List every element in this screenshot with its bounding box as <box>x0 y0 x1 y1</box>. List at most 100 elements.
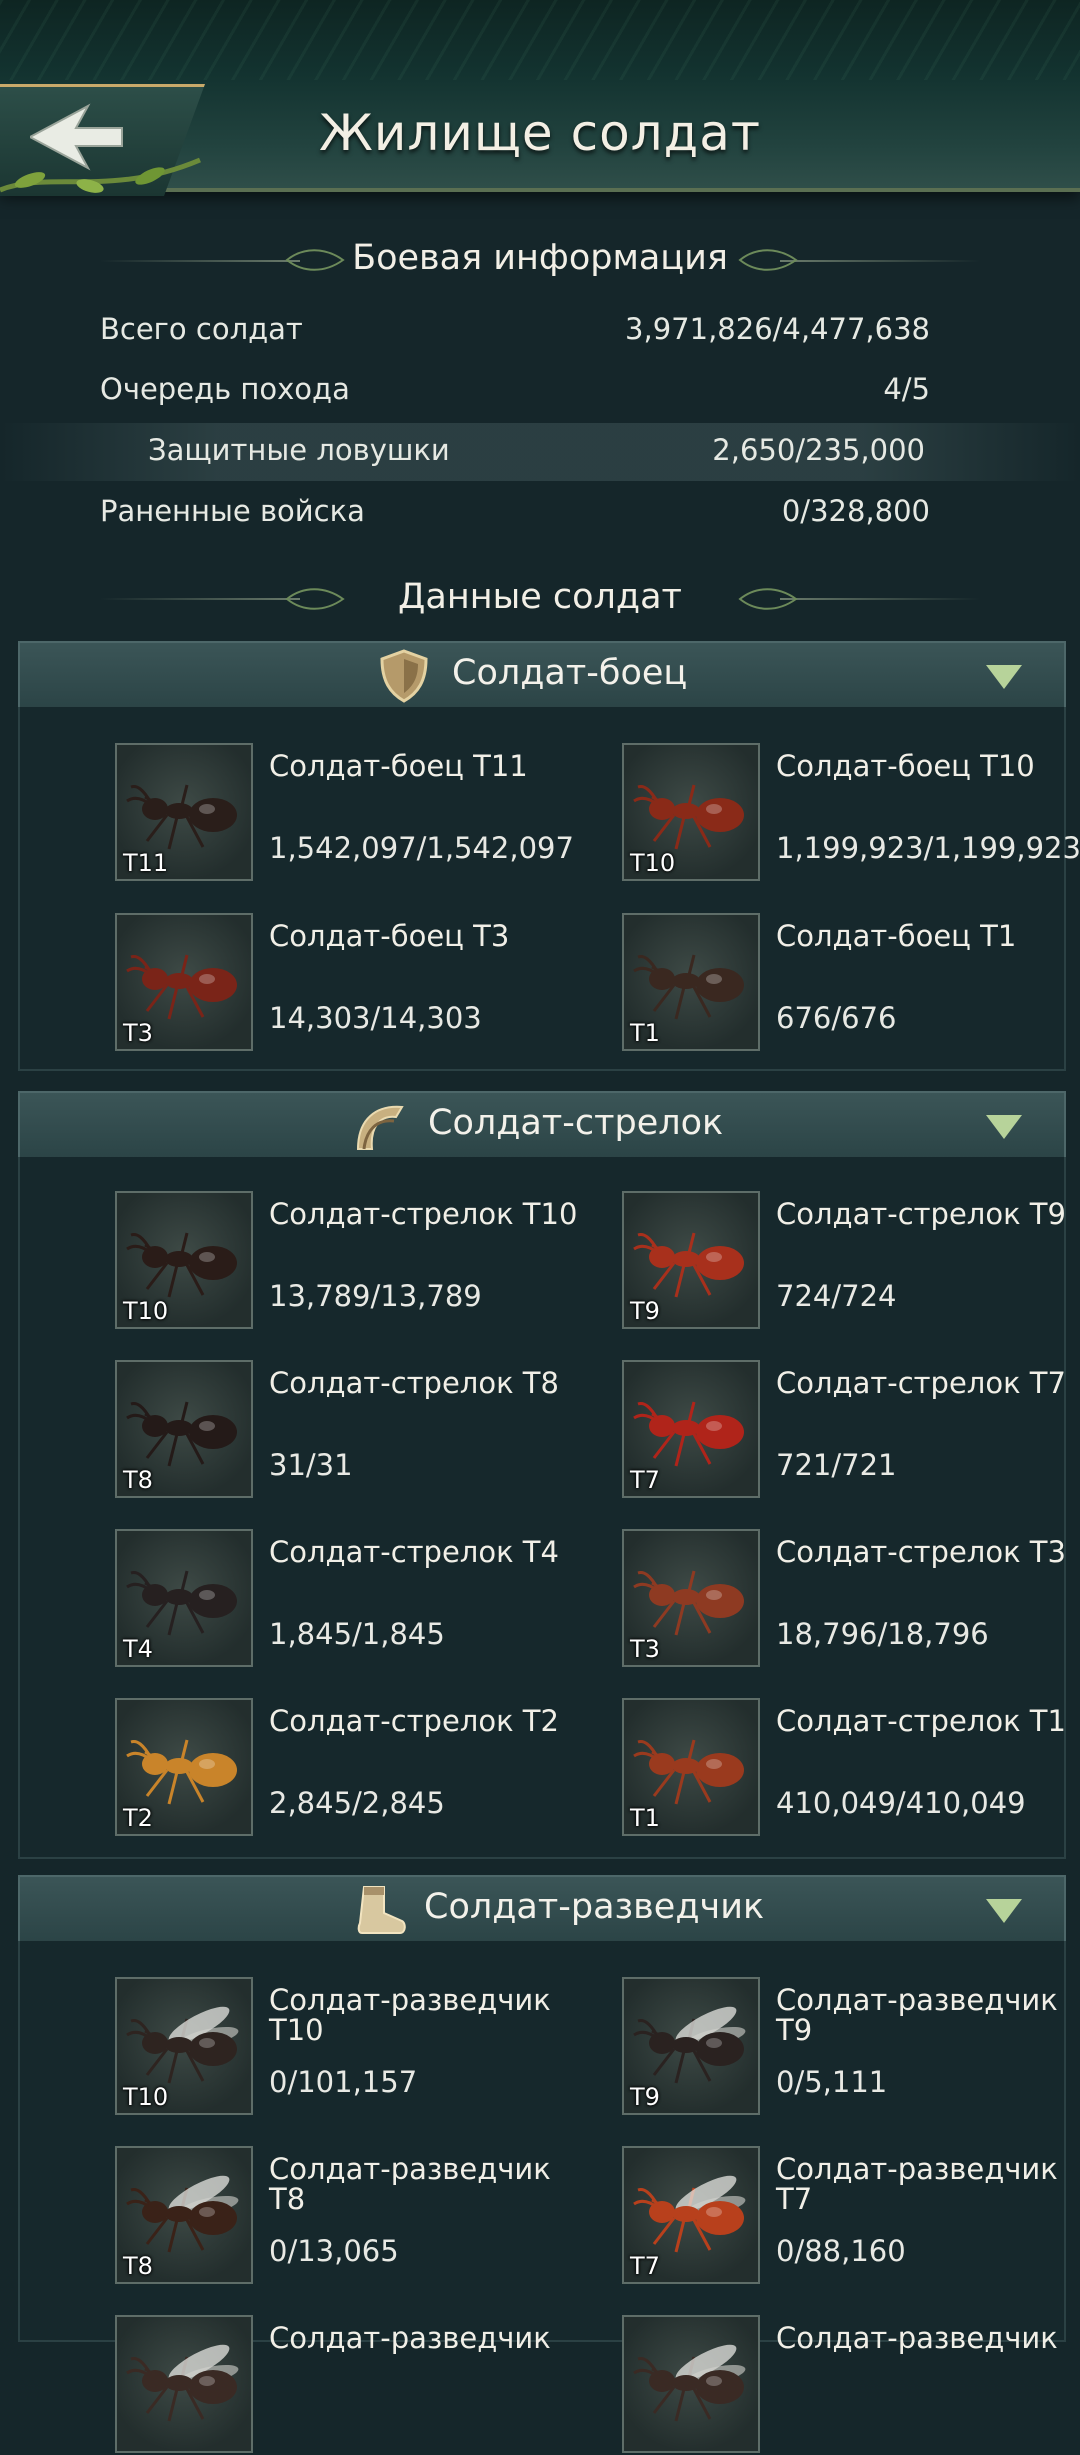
tier-badge: T9 <box>630 2083 660 2111</box>
unit-portrait: T10 <box>115 1191 253 1329</box>
info-label: Защитные ловушки <box>148 433 450 467</box>
tier-badge: T3 <box>123 1019 153 1047</box>
unit-portrait <box>115 2315 253 2453</box>
category-panel-archer: T10 Солдат-стрелок T10 13,789/13,789 T9 Сол… <box>18 1157 1066 1859</box>
category-header-fighter[interactable]: Солдат-боец <box>18 641 1066 711</box>
unit-card[interactable]: T8 Солдат-стрелок T8 31/31 <box>115 1360 585 1500</box>
unit-card[interactable]: T9 Солдат-разведчик T9 0/5,111 <box>622 1977 1080 2117</box>
unit-name: Солдат-разведчик T8 <box>269 2152 551 2216</box>
unit-portrait: T1 <box>622 913 760 1051</box>
tier-badge: T10 <box>123 2083 169 2111</box>
ant-icon <box>633 2344 746 2422</box>
vine-decoration <box>0 0 1080 80</box>
unit-card[interactable]: T1 Солдат-стрелок T1 410,049/410,049 <box>622 1698 1080 1838</box>
category-header-scout[interactable]: Солдат-разведчик <box>18 1875 1066 1945</box>
unit-card[interactable]: T10 Солдат-стрелок T10 13,789/13,789 <box>115 1191 585 1331</box>
tier-badge: T2 <box>123 1804 153 1832</box>
unit-card[interactable]: T3 Солдат-стрелок T3 18,796/18,796 <box>622 1529 1080 1669</box>
unit-card[interactable]: T7 Солдат-разведчик T7 0/88,160 <box>622 2146 1080 2286</box>
unit-portrait: T9 <box>622 1191 760 1329</box>
category-label: Солдат-стрелок <box>428 1103 724 1143</box>
unit-portrait: T4 <box>115 1529 253 1667</box>
tier-badge: T11 <box>123 849 169 877</box>
unit-count: 676/676 <box>776 1001 897 1035</box>
unit-card[interactable]: T9 Солдат-стрелок T9 724/724 <box>622 1191 1080 1331</box>
unit-name: Солдат-боец T11 <box>269 749 528 783</box>
unit-card[interactable]: T2 Солдат-стрелок T2 2,845/2,845 <box>115 1698 585 1838</box>
unit-count: 2,845/2,845 <box>269 1786 445 1820</box>
tier-badge: T4 <box>123 1635 153 1663</box>
tier-badge: T7 <box>630 2252 660 2280</box>
unit-name: Солдат-боец T3 <box>269 919 510 953</box>
info-value: 2,650/235,000 <box>712 433 925 467</box>
unit-portrait: T9 <box>622 1977 760 2115</box>
unit-portrait: T3 <box>622 1529 760 1667</box>
unit-portrait: T10 <box>622 743 760 881</box>
unit-portrait: T8 <box>115 1360 253 1498</box>
unit-count: 0/88,160 <box>776 2234 906 2268</box>
unit-count: 14,303/14,303 <box>269 1001 482 1035</box>
unit-card[interactable]: T8 Солдат-разведчик T8 0/13,065 <box>115 2146 585 2286</box>
unit-name: Солдат-стрелок T8 <box>269 1366 559 1400</box>
info-row-defense-traps: Защитные ловушки 2,650/235,000 <box>0 423 1080 481</box>
tier-badge: T10 <box>630 849 676 877</box>
unit-name: Солдат-стрелок T2 <box>269 1704 559 1738</box>
unit-card[interactable]: Солдат-разведчик <box>115 2315 585 2455</box>
unit-card[interactable]: T11 Солдат-боец T11 1,542,097/1,542,097 <box>115 743 585 883</box>
info-row-march-queue: Очередь похода 4/5 <box>100 362 930 420</box>
info-value: 4/5 <box>883 372 930 406</box>
category-panel-fighter: T11 Солдат-боец T11 1,542,097/1,542,097 T1… <box>18 707 1080 1071</box>
unit-count: 18,796/18,796 <box>776 1617 989 1651</box>
chevron-down-icon <box>986 1899 1022 1923</box>
unit-portrait: T7 <box>622 1360 760 1498</box>
category-header-archer[interactable]: Солдат-стрелок <box>18 1091 1066 1161</box>
unit-portrait: T8 <box>115 2146 253 2284</box>
unit-portrait: T1 <box>622 1698 760 1836</box>
unit-count: 0/13,065 <box>269 2234 399 2268</box>
category-label: Солдат-разведчик <box>424 1887 765 1927</box>
unit-card[interactable]: T10 Солдат-разведчик T10 0/101,157 <box>115 1977 585 2117</box>
tier-badge: T10 <box>123 1297 169 1325</box>
unit-card[interactable]: T3 Солдат-боец T3 14,303/14,303 <box>115 913 585 1053</box>
category-label: Солдат-боец <box>452 653 688 693</box>
unit-count: 13,789/13,789 <box>269 1279 482 1313</box>
tier-badge: T8 <box>123 1466 153 1494</box>
unit-count: 0/5,111 <box>776 2065 888 2099</box>
unit-name: Солдат-стрелок T7 <box>776 1366 1066 1400</box>
unit-card[interactable]: Солдат-разведчик <box>622 2315 1080 2455</box>
ant-icon <box>126 2344 239 2422</box>
scout-boot-icon <box>357 1886 406 1934</box>
unit-count: 1,845/1,845 <box>269 1617 445 1651</box>
unit-count: 721/721 <box>776 1448 897 1482</box>
tier-badge: T1 <box>630 1019 660 1047</box>
unit-name: Солдат-разведчик T9 <box>776 1983 1058 2047</box>
chevron-down-icon <box>986 1115 1022 1139</box>
unit-card[interactable]: T1 Солдат-боец T1 676/676 <box>622 913 1080 1053</box>
unit-name: Солдат-стрелок T10 <box>269 1197 578 1231</box>
unit-name: Солдат-боец T1 <box>776 919 1017 953</box>
unit-count: 724/724 <box>776 1279 897 1313</box>
unit-count: 31/31 <box>269 1448 353 1482</box>
unit-name: Солдат-разведчик T7 <box>776 2152 1058 2216</box>
tier-badge: T7 <box>630 1466 660 1494</box>
tier-badge: T8 <box>123 2252 153 2280</box>
unit-name: Солдат-стрелок T4 <box>269 1535 559 1569</box>
soldier-data-heading: Данные солдат <box>398 577 682 617</box>
unit-name: Солдат-разведчик T10 <box>269 1983 551 2047</box>
info-label: Раненные войска <box>100 494 365 528</box>
unit-card[interactable]: T4 Солдат-стрелок T4 1,845/1,845 <box>115 1529 585 1669</box>
unit-count: 1,199,923/1,199,923 <box>776 831 1080 865</box>
unit-card[interactable]: T10 Солдат-боец T10 1,199,923/1,199,923 <box>622 743 1080 883</box>
unit-name: Солдат-стрелок T9 <box>776 1197 1066 1231</box>
unit-portrait <box>622 2315 760 2453</box>
top-bar: Жилище солдат <box>0 0 1080 196</box>
tier-badge: T3 <box>630 1635 660 1663</box>
unit-card[interactable]: T7 Солдат-стрелок T7 721/721 <box>622 1360 1080 1500</box>
unit-count: 410,049/410,049 <box>776 1786 1026 1820</box>
info-row-total-soldiers: Всего солдат 3,971,826/4,477,638 <box>100 302 930 360</box>
unit-name: Солдат-стрелок T1 <box>776 1704 1066 1738</box>
unit-name: Солдат-разведчик <box>269 2321 551 2355</box>
battle-info-heading: Боевая информация <box>352 238 728 278</box>
info-label: Всего солдат <box>100 312 303 346</box>
category-panel-scout: T10 Солдат-разведчик T10 0/101,157 T9 Солда… <box>18 1941 1066 2453</box>
